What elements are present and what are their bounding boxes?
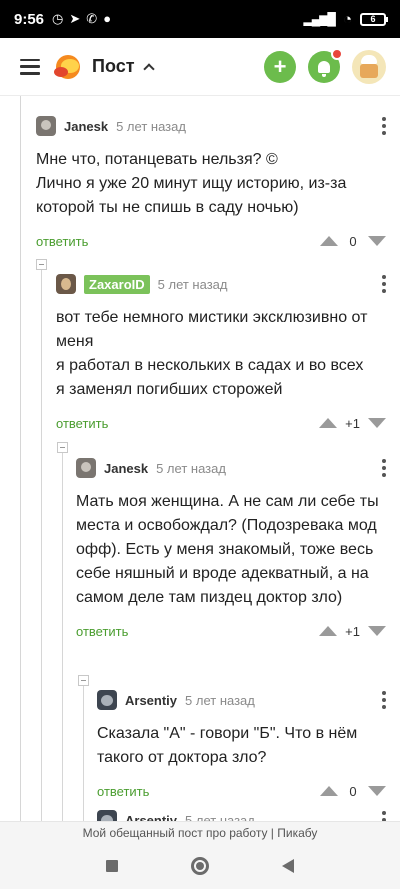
downvote-icon[interactable] [368, 418, 386, 428]
more-options-icon[interactable] [382, 459, 386, 477]
more-options-icon[interactable] [382, 275, 386, 293]
comment-score: 0 [349, 783, 357, 799]
reply-link[interactable]: ответить [97, 784, 149, 799]
comment-score: +1 [345, 415, 360, 431]
comment-author[interactable]: Janesk [64, 119, 108, 134]
page-caption: Мой обещанный пост про работу | Пикабу [0, 821, 400, 843]
thread-line [62, 448, 63, 821]
comment: Janesk 5 лет назад Мать моя женщина. А н… [76, 456, 386, 642]
battery-level: 6 [370, 14, 376, 24]
thread-line [20, 96, 21, 821]
reply-link[interactable]: ответить [56, 416, 108, 431]
notifications-button[interactable] [308, 47, 343, 83]
more-options-icon[interactable] [382, 811, 386, 821]
comments-section: Janesk 5 лет назад Мне что, потанцевать … [0, 96, 400, 821]
comment-text: Сказала "А" - говори "Б". Что в нём тако… [97, 725, 358, 766]
page-caption-text: Мой обещанный пост про работу | Пикабу [82, 825, 318, 840]
reply-link[interactable]: ответить [76, 624, 128, 639]
comment-score: +1 [345, 623, 360, 639]
comment-author[interactable]: Janesk [104, 461, 148, 476]
thread-line [41, 268, 42, 821]
menu-icon[interactable] [20, 58, 40, 75]
collapse-thread-button[interactable] [78, 675, 89, 686]
plus-icon: + [273, 53, 287, 79]
page-title-text: Пост [92, 56, 135, 76]
more-options-icon[interactable] [382, 117, 386, 135]
comment-time: 5 лет назад [156, 460, 226, 476]
avatar[interactable] [76, 458, 96, 478]
add-post-button[interactable]: + [264, 50, 296, 83]
system-nav-bar [0, 843, 400, 889]
downvote-icon[interactable] [368, 786, 386, 796]
recent-apps-icon[interactable] [106, 860, 119, 872]
notification-badge [331, 47, 343, 60]
comment-time: 5 лет назад [157, 276, 228, 292]
back-icon[interactable] [281, 859, 294, 873]
app-notification-icon: ● [103, 11, 112, 26]
bell-icon [318, 60, 330, 77]
thread-line [83, 680, 84, 821]
upvote-icon[interactable] [319, 626, 338, 636]
comment-time: 5 лет назад [185, 812, 255, 822]
status-bar: 9:56 ◷ ➤ ✆ ● ▂▄▆█ ◔ 6 [0, 0, 400, 38]
downvote-icon[interactable] [368, 236, 386, 246]
reply-link[interactable]: ответить [36, 234, 88, 249]
comment-time: 5 лет назад [185, 692, 255, 708]
avatar[interactable] [97, 690, 117, 710]
comment-author[interactable]: Arsentiy [125, 813, 177, 822]
comment-time: 5 лет назад [116, 118, 186, 134]
upvote-icon[interactable] [319, 418, 338, 428]
comment: Janesk 5 лет назад Мне что, потанцевать … [36, 114, 386, 252]
comment: Arsentiy 5 лет назад Сказала "А" - говор… [97, 688, 386, 802]
missed-call-icon: ✆ [86, 11, 98, 26]
pikabu-logo-icon[interactable] [54, 53, 82, 81]
downvote-icon[interactable] [368, 626, 386, 636]
avatar[interactable] [56, 274, 76, 294]
chevron-up-icon [142, 63, 155, 75]
battery-icon: 6 [360, 12, 388, 26]
collapse-thread-button[interactable] [57, 442, 68, 453]
comment-score: 0 [349, 233, 357, 249]
comment: ZaxaroID 5 лет назад вот тебе немного ми… [56, 272, 386, 434]
comment-text: вот тебе немного мистики эксклюзивно от … [56, 309, 368, 398]
collapse-thread-button[interactable] [36, 259, 47, 270]
alarm-icon: ◷ [52, 11, 64, 26]
wifi-icon: ◔ [342, 10, 352, 28]
app-header: Пост + [0, 38, 400, 96]
avatar[interactable] [36, 116, 56, 136]
comment-author[interactable]: ZaxaroID [84, 274, 150, 294]
comment-text: Мне что, потанцевать нельзя? © Лично я у… [36, 151, 347, 216]
signal-icon: ▂▄▆█ [303, 12, 335, 26]
status-time: 9:56 [14, 10, 45, 28]
comment-text: Мать моя женщина. А не сам ли себе ты ме… [76, 493, 379, 606]
home-icon[interactable] [190, 857, 209, 875]
upvote-icon[interactable] [320, 786, 338, 796]
avatar[interactable] [97, 810, 117, 821]
user-avatar[interactable] [352, 49, 386, 84]
upvote-icon[interactable] [320, 236, 338, 246]
comment: Arsentiy 5 лет назад [97, 808, 386, 821]
telegram-icon: ➤ [69, 11, 81, 26]
more-options-icon[interactable] [382, 691, 386, 709]
comment-author[interactable]: Arsentiy [125, 693, 177, 708]
page-title[interactable]: Пост [92, 56, 155, 77]
